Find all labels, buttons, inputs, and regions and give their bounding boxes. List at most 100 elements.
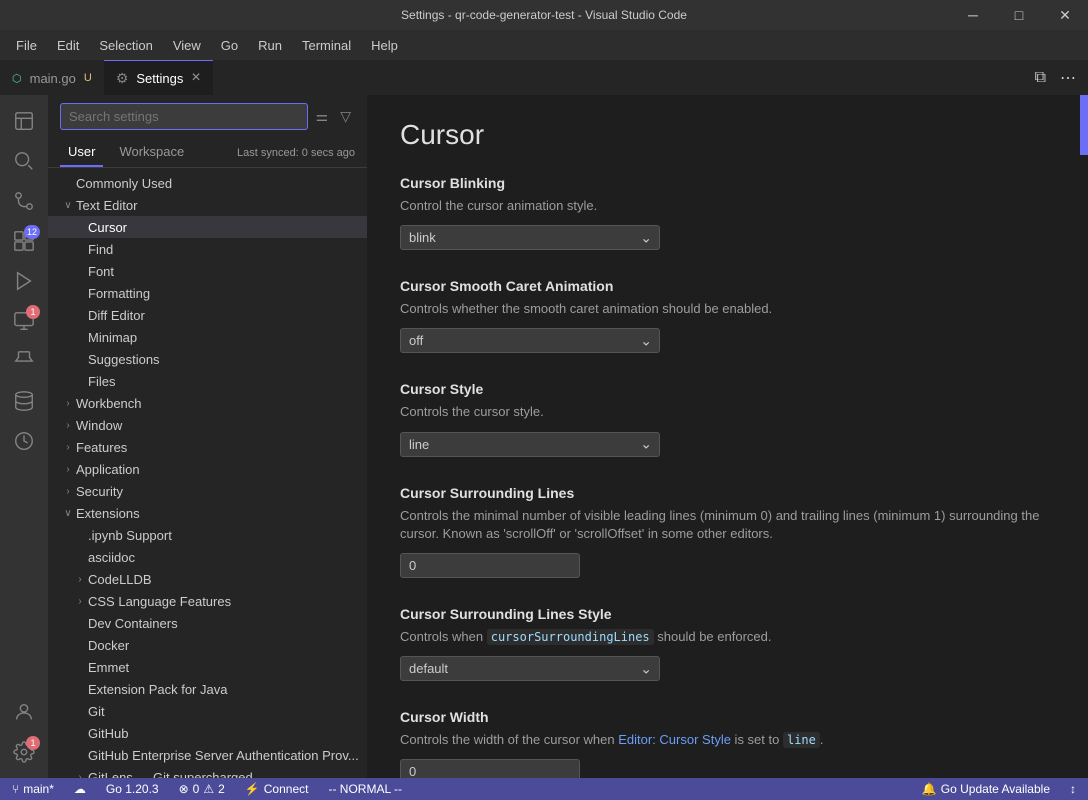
- menu-edit[interactable]: Edit: [49, 34, 87, 57]
- status-errors[interactable]: ⊗ 0 ⚠ 2: [175, 778, 229, 800]
- sidebar-item-dev-containers[interactable]: Dev Containers: [48, 612, 367, 634]
- sidebar-item-features[interactable]: › Features: [48, 436, 367, 458]
- timeline-icon[interactable]: [6, 423, 42, 459]
- cursor-blinking-select[interactable]: blink smooth phase expand solid: [400, 225, 660, 250]
- status-go-update[interactable]: 🔔 Go Update Available: [918, 778, 1054, 800]
- sidebar-item-formatting[interactable]: Formatting: [48, 282, 367, 304]
- scroll-thumb[interactable]: [1080, 95, 1088, 155]
- tab-user[interactable]: User: [60, 138, 103, 167]
- status-branch[interactable]: ⑂ main*: [8, 778, 58, 800]
- sidebar-item-find[interactable]: Find: [48, 238, 367, 260]
- sidebar-item-label: Minimap: [88, 330, 137, 345]
- search-input[interactable]: [60, 103, 308, 130]
- settings-gear-icon[interactable]: 1: [6, 734, 42, 770]
- menu-terminal[interactable]: Terminal: [294, 34, 359, 57]
- menu-help[interactable]: Help: [363, 34, 406, 57]
- setting-description: Controls the cursor style.: [400, 403, 1056, 421]
- explorer-icon[interactable]: [6, 103, 42, 139]
- cursor-surrounding-lines-style-select[interactable]: default all: [400, 656, 660, 681]
- warning-count: 2: [218, 782, 225, 796]
- tab-settings[interactable]: ⚙ Settings ×: [104, 60, 213, 95]
- sidebar-item-github-enterprise[interactable]: GitHub Enterprise Server Authentication …: [48, 744, 367, 766]
- setting-description: Controls the width of the cursor when Ed…: [400, 731, 1056, 749]
- menu-go[interactable]: Go: [213, 34, 246, 57]
- run-debug-icon[interactable]: [6, 263, 42, 299]
- sidebar-item-workbench[interactable]: › Workbench: [48, 392, 367, 414]
- source-control-icon[interactable]: [6, 183, 42, 219]
- spacer-icon: [60, 175, 76, 191]
- status-sync[interactable]: ↕: [1066, 778, 1080, 800]
- menu-view[interactable]: View: [165, 34, 209, 57]
- minimize-button[interactable]: ─: [950, 0, 996, 30]
- status-connect[interactable]: ⚡ Connect: [241, 778, 313, 800]
- account-icon[interactable]: [6, 694, 42, 730]
- expand-icon: ∨: [60, 197, 76, 213]
- close-button[interactable]: ✕: [1042, 0, 1088, 30]
- tab-main-go[interactable]: ⬡ main.go U: [0, 60, 104, 95]
- sidebar-item-text-editor[interactable]: ∨ Text Editor: [48, 194, 367, 216]
- sidebar-item-extensions[interactable]: ∨ Extensions: [48, 502, 367, 524]
- filter-icon[interactable]: ⚌: [312, 104, 333, 129]
- status-go-version[interactable]: Go 1.20.3: [102, 778, 163, 800]
- sync-icon: ↕: [1070, 782, 1076, 796]
- sidebar-item-label: Commonly Used: [76, 176, 172, 191]
- tab-close-button[interactable]: ×: [191, 70, 200, 86]
- sidebar-item-minimap[interactable]: Minimap: [48, 326, 367, 348]
- split-editor-icon[interactable]: ⧉: [1031, 65, 1050, 91]
- settings-filter-icon[interactable]: ▽: [336, 104, 355, 129]
- cursor-style-link[interactable]: Editor: Cursor Style: [618, 732, 731, 747]
- maximize-button[interactable]: □: [996, 0, 1042, 30]
- setting-cursor-surrounding-lines: Cursor Surrounding Lines Controls the mi…: [400, 485, 1056, 578]
- sidebar-item-label: asciidoc: [88, 550, 135, 565]
- sidebar-item-files[interactable]: Files: [48, 370, 367, 392]
- sidebar-item-label: Suggestions: [88, 352, 160, 367]
- cursor-surrounding-style-wrapper: default all: [400, 656, 660, 681]
- sidebar-item-emmet[interactable]: Emmet: [48, 656, 367, 678]
- cursor-smooth-caret-select[interactable]: off explicit on: [400, 328, 660, 353]
- menu-file[interactable]: File: [8, 34, 45, 57]
- cursor-surrounding-lines-input[interactable]: [400, 553, 580, 578]
- setting-title: Cursor Width: [400, 709, 1056, 725]
- menu-selection[interactable]: Selection: [91, 34, 160, 57]
- more-actions-icon[interactable]: ⋯: [1056, 64, 1080, 92]
- sidebar-item-font[interactable]: Font: [48, 260, 367, 282]
- search-activity-icon[interactable]: [6, 143, 42, 179]
- remote-icon[interactable]: 1: [6, 303, 42, 339]
- tab-workspace[interactable]: Workspace: [111, 138, 192, 167]
- sidebar-item-label: GitHub: [88, 726, 128, 741]
- testing-icon[interactable]: [6, 343, 42, 379]
- database-icon[interactable]: [6, 383, 42, 419]
- sidebar-item-docker[interactable]: Docker: [48, 634, 367, 656]
- content-area: Cursor Cursor Blinking Control the curso…: [368, 95, 1088, 778]
- sidebar-item-git[interactable]: Git: [48, 700, 367, 722]
- sidebar-item-extension-pack-java[interactable]: Extension Pack for Java: [48, 678, 367, 700]
- status-cloud[interactable]: ☁: [70, 778, 90, 800]
- cursor-style-select-wrapper: line block underline line-thin block-out…: [400, 432, 660, 457]
- sidebar-item-window[interactable]: › Window: [48, 414, 367, 436]
- sidebar-item-diff-editor[interactable]: Diff Editor: [48, 304, 367, 326]
- scroll-indicator: [1080, 95, 1088, 778]
- sidebar-item-label: Features: [76, 440, 127, 455]
- sidebar-item-ipynb[interactable]: .ipynb Support: [48, 524, 367, 546]
- sidebar-item-suggestions[interactable]: Suggestions: [48, 348, 367, 370]
- setting-title: Cursor Blinking: [400, 175, 1056, 191]
- extensions-activity-icon[interactable]: 12: [6, 223, 42, 259]
- sidebar-item-label: Cursor: [88, 220, 127, 235]
- setting-description: Controls the minimal number of visible l…: [400, 507, 1056, 543]
- sidebar-item-cursor[interactable]: Cursor: [48, 216, 367, 238]
- menu-run[interactable]: Run: [250, 34, 290, 57]
- tab-label: Settings: [136, 71, 183, 86]
- cursor-width-input[interactable]: [400, 759, 580, 778]
- sidebar-item-github[interactable]: GitHub: [48, 722, 367, 744]
- sidebar-item-security[interactable]: › Security: [48, 480, 367, 502]
- settings-tabs: User Workspace Last synced: 0 secs ago: [48, 138, 367, 168]
- sidebar-item-gitlens[interactable]: › GitLens — Git supercharged: [48, 766, 367, 778]
- cursor-style-select[interactable]: line block underline line-thin block-out…: [400, 432, 660, 457]
- sidebar-item-application[interactable]: › Application: [48, 458, 367, 480]
- sidebar-item-codelldb[interactable]: › CodeLLDB: [48, 568, 367, 590]
- sidebar-item-asciidoc[interactable]: asciidoc: [48, 546, 367, 568]
- sidebar-item-css-language[interactable]: › CSS Language Features: [48, 590, 367, 612]
- sidebar-item-commonly-used[interactable]: Commonly Used: [48, 172, 367, 194]
- sidebar-item-label: Files: [88, 374, 115, 389]
- status-bar: ⑂ main* ☁ Go 1.20.3 ⊗ 0 ⚠ 2 ⚡ Connect --…: [0, 778, 1088, 800]
